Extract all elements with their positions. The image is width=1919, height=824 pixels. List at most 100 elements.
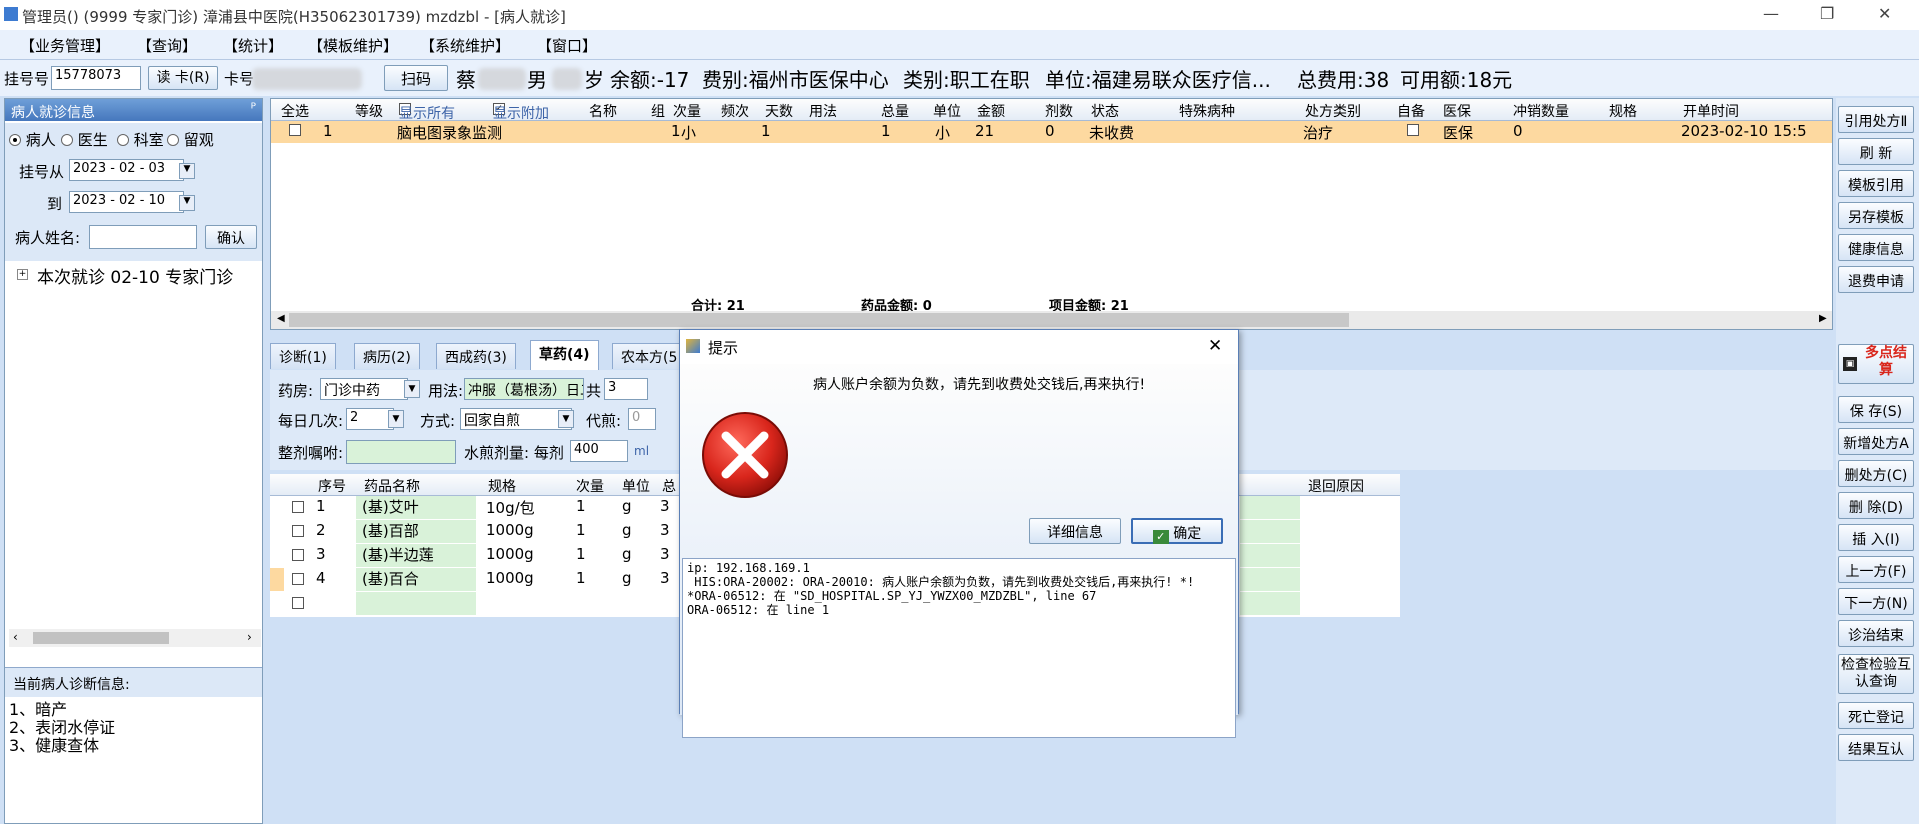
menu-template[interactable]: 【模板维护】: [308, 35, 398, 56]
row-qty: 1: [576, 521, 586, 539]
col-unit: 单位: [933, 104, 961, 120]
patient-name-input[interactable]: [89, 225, 197, 249]
scroll-thumb[interactable]: [33, 632, 169, 644]
diagnosis-title: 当前病人诊断信息:: [13, 677, 130, 693]
horizontal-scrollbar[interactable]: ‹ ›: [9, 629, 261, 647]
cite-prescription-button[interactable]: 引用处方Ⅱ: [1838, 106, 1914, 133]
insert-button[interactable]: 插 入(I): [1838, 524, 1914, 551]
restore-button[interactable]: ❐: [1820, 4, 1834, 23]
scroll-left-icon[interactable]: ◀: [277, 313, 285, 324]
date-from-input[interactable]: 2023 - 02 - 03: [69, 159, 184, 181]
dialog-close-button[interactable]: ✕: [1208, 336, 1222, 356]
method-label: 方式:: [420, 412, 456, 430]
next-prescription-button[interactable]: 下一方(N): [1838, 588, 1914, 615]
confirm-button[interactable]: 确认: [205, 225, 257, 249]
row-offset: 0: [1513, 122, 1523, 140]
save-button[interactable]: 保 存(S): [1838, 396, 1914, 423]
row-sum: 3: [660, 521, 670, 539]
chevron-down-icon[interactable]: ▼: [179, 195, 195, 211]
row-green-cell: [1240, 496, 1300, 519]
details-button[interactable]: 详细信息: [1029, 518, 1121, 544]
tab-herbal[interactable]: 草药(4): [530, 340, 599, 370]
tab-medical-record[interactable]: 病历(2): [354, 343, 420, 369]
chevron-down-icon[interactable]: ▼: [388, 410, 404, 428]
patient-visit-panel: 病人就诊信息 ᴾ 病人 医生 科室 留观 挂号从 2023 - 02 - 03 …: [4, 98, 263, 824]
total-input[interactable]: 3: [604, 378, 648, 400]
row-checkbox[interactable]: [292, 597, 304, 609]
add-prescription-button[interactable]: 新增处方A: [1838, 428, 1914, 455]
close-button[interactable]: ✕: [1878, 4, 1891, 23]
refresh-button[interactable]: 刷 新: [1838, 138, 1914, 165]
row-checkbox[interactable]: [292, 525, 304, 537]
date-to-input[interactable]: 2023 - 02 - 10: [69, 191, 184, 213]
pin-icon[interactable]: ᴾ: [251, 101, 256, 117]
health-info-button[interactable]: 健康信息: [1838, 234, 1914, 261]
radio-department[interactable]: 科室: [117, 129, 164, 150]
pharmacy-select[interactable]: 门诊中药: [320, 378, 408, 400]
radio-patient[interactable]: 病人: [9, 129, 56, 150]
method-select[interactable]: 回家自煎: [460, 408, 572, 430]
delete-prescription-button[interactable]: 删处方(C): [1838, 460, 1914, 487]
col-select-all[interactable]: 全选: [281, 101, 309, 121]
advice-input[interactable]: [346, 440, 456, 464]
chevron-down-icon[interactable]: ▼: [404, 380, 420, 398]
template-cite-button[interactable]: 模板引用: [1838, 170, 1914, 197]
tab-diagnosis[interactable]: 诊断(1): [270, 343, 336, 369]
expand-icon[interactable]: +: [17, 269, 28, 280]
tab-agricultural[interactable]: 农本方(5: [612, 343, 687, 369]
multi-settle-button[interactable]: ▣ 多点结算: [1838, 344, 1914, 384]
menu-window[interactable]: 【窗口】: [537, 35, 597, 56]
chevron-down-icon[interactable]: ▼: [179, 163, 195, 179]
usage-input[interactable]: 冲服（葛根汤）日二次: [464, 378, 584, 400]
row-checkbox[interactable]: [292, 501, 304, 513]
menu-statistics[interactable]: 【统计】: [223, 35, 283, 56]
minimize-button[interactable]: —: [1763, 4, 1779, 23]
menu-system[interactable]: 【系统维护】: [420, 35, 510, 56]
read-card-button[interactable]: 读 卡(R): [148, 66, 218, 90]
result-mutual-button[interactable]: 结果互认: [1838, 734, 1914, 761]
reg-number-input[interactable]: 15778073: [51, 66, 141, 90]
refund-request-button[interactable]: 退费申请: [1838, 266, 1914, 293]
exam-mutual-query-button[interactable]: 检查检验互认查询: [1838, 654, 1914, 694]
menu-business[interactable]: 【业务管理】: [20, 35, 110, 56]
row-dose: 小: [681, 124, 697, 142]
row-total: 1: [881, 122, 891, 140]
chevron-down-icon[interactable]: ▼: [558, 410, 574, 428]
col-doses: 剂数: [1045, 104, 1073, 120]
row-days: 1: [761, 122, 771, 140]
row-checkbox[interactable]: [292, 549, 304, 561]
water-unit: ml: [634, 444, 650, 458]
scroll-right-icon[interactable]: ›: [247, 630, 252, 644]
grid-scrollbar[interactable]: ◀ ▶: [271, 311, 1832, 329]
row-self-checkbox[interactable]: [1407, 124, 1419, 136]
save-template-button[interactable]: 另存模板: [1838, 202, 1914, 229]
col-qty: 次量: [576, 479, 604, 495]
reg-from-label: 挂号从: [19, 163, 65, 181]
times-select[interactable]: 2: [346, 408, 394, 430]
settle-icon: ▣: [1843, 357, 1857, 371]
tab-western-medicine[interactable]: 西成药(3): [436, 343, 516, 369]
age-redacted: [552, 68, 582, 90]
row-spec: 10g/包: [486, 499, 535, 517]
radio-doctor[interactable]: 医生: [61, 129, 108, 150]
water-input[interactable]: 400: [570, 440, 628, 462]
radio-observation[interactable]: 留观: [167, 129, 214, 150]
scroll-right-icon[interactable]: ▶: [1819, 313, 1827, 324]
table-row[interactable]: 1 脑电图录象监测 1 小 1 1 小 21 0 未收费 治疗 医保 0 202…: [271, 121, 1832, 143]
death-register-button[interactable]: 死亡登记: [1838, 702, 1914, 729]
delete-button[interactable]: 删 除(D): [1838, 492, 1914, 519]
diagnosis-item: 3、健康查体: [9, 736, 100, 755]
col-drug-name: 药品名称: [364, 479, 420, 495]
finish-visit-button[interactable]: 诊治结束: [1838, 620, 1914, 647]
row-checkbox[interactable]: [289, 124, 301, 136]
prev-prescription-button[interactable]: 上一方(F): [1838, 556, 1914, 583]
row-checkbox[interactable]: [292, 573, 304, 585]
proxy-input[interactable]: 0: [628, 408, 656, 430]
ok-button[interactable]: ✓ 确定: [1131, 518, 1223, 544]
scroll-left-icon[interactable]: ‹: [13, 630, 18, 644]
tree-item-current-visit[interactable]: 本次就诊 02-10 专家门诊: [37, 263, 233, 288]
scroll-thumb[interactable]: [289, 313, 1349, 327]
scan-button[interactable]: 扫码: [384, 65, 448, 91]
row-drug-name: (基)百合: [356, 568, 476, 591]
menu-query[interactable]: 【查询】: [137, 35, 197, 56]
